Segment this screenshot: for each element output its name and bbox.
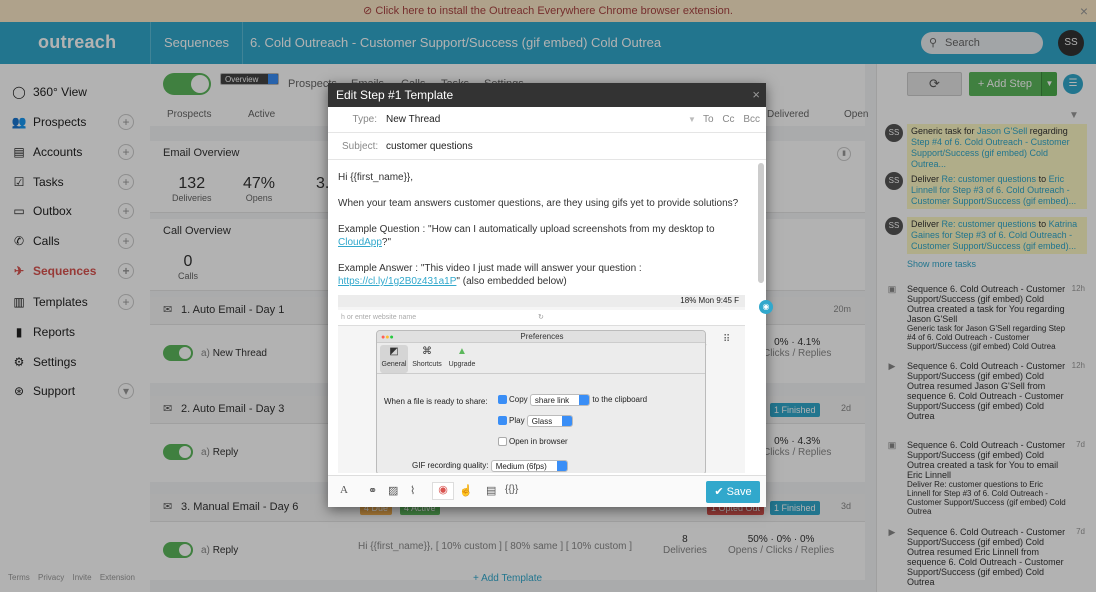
tracking-eye-icon[interactable]: ◉ bbox=[432, 482, 454, 500]
type-row: Type: New Thread ▼ To Cc Bcc bbox=[328, 107, 766, 133]
general-tab: ◩ General bbox=[380, 345, 408, 373]
type-select[interactable]: New Thread bbox=[386, 107, 440, 133]
document-icon[interactable]: ▤ bbox=[486, 484, 496, 497]
chevron-down-icon[interactable]: ▼ bbox=[688, 107, 696, 133]
recipient-options[interactable]: To Cc Bcc bbox=[703, 107, 760, 133]
link-icon[interactable]: ⚭ bbox=[368, 484, 377, 497]
check-icon: ✔ bbox=[714, 486, 727, 498]
camera-icon: ◩ bbox=[389, 346, 399, 357]
font-icon[interactable]: A bbox=[340, 484, 348, 496]
preferences-window: Preferences ●●● ◩ General ⌘ Shortcuts ▲ Upg… bbox=[376, 330, 706, 473]
preview-eye-icon[interactable]: ◉ bbox=[759, 300, 773, 314]
image-icon[interactable]: ▨ bbox=[388, 484, 398, 497]
variable-icon[interactable]: {{}} bbox=[505, 484, 518, 495]
browser-url-bar: h or enter website name ↻ bbox=[338, 310, 745, 326]
grid-icon: ⠿ bbox=[723, 334, 731, 345]
embedded-gif: 18% Mon 9:45 F h or enter website name ↻ … bbox=[338, 295, 745, 473]
scrollbar[interactable] bbox=[758, 163, 764, 283]
attachment-icon[interactable]: ⌇ bbox=[410, 484, 415, 497]
save-button[interactable]: ✔ Save bbox=[706, 481, 760, 503]
template-body-editor[interactable]: Hi {{first_name}}, When your team answer… bbox=[328, 161, 756, 473]
edit-template-modal: Edit Step #1 Template × Type: New Thread … bbox=[328, 83, 766, 507]
upgrade-tab: ▲ Upgrade bbox=[448, 346, 476, 368]
close-icon[interactable]: × bbox=[752, 83, 760, 107]
modal-title: Edit Step #1 Template bbox=[336, 88, 454, 102]
subject-input[interactable]: customer questions bbox=[386, 134, 473, 160]
subject-row: Subject: customer questions bbox=[328, 134, 766, 160]
mac-menu-bar: 18% Mon 9:45 F bbox=[338, 295, 745, 307]
window-controls: ●●● bbox=[381, 334, 394, 341]
command-icon: ⌘ bbox=[422, 346, 432, 357]
reload-icon: ↻ bbox=[538, 314, 544, 321]
editor-toolbar: A ⚭ ▨ ⌇ ◉ ☝ ▤ {{}} ✔ Save bbox=[328, 475, 766, 507]
shortcuts-tab: ⌘ Shortcuts bbox=[412, 346, 442, 368]
cloudapp-link[interactable]: CloudApp bbox=[338, 237, 382, 248]
upgrade-icon: ▲ bbox=[457, 346, 467, 357]
modal-header: Edit Step #1 Template × bbox=[328, 83, 766, 107]
video-link[interactable]: https://cl.ly/1g2B0z431a1P bbox=[338, 276, 456, 287]
prefs-toolbar: ◩ General ⌘ Shortcuts ▲ Upgrade bbox=[377, 344, 705, 374]
pointer-icon[interactable]: ☝ bbox=[459, 484, 473, 497]
